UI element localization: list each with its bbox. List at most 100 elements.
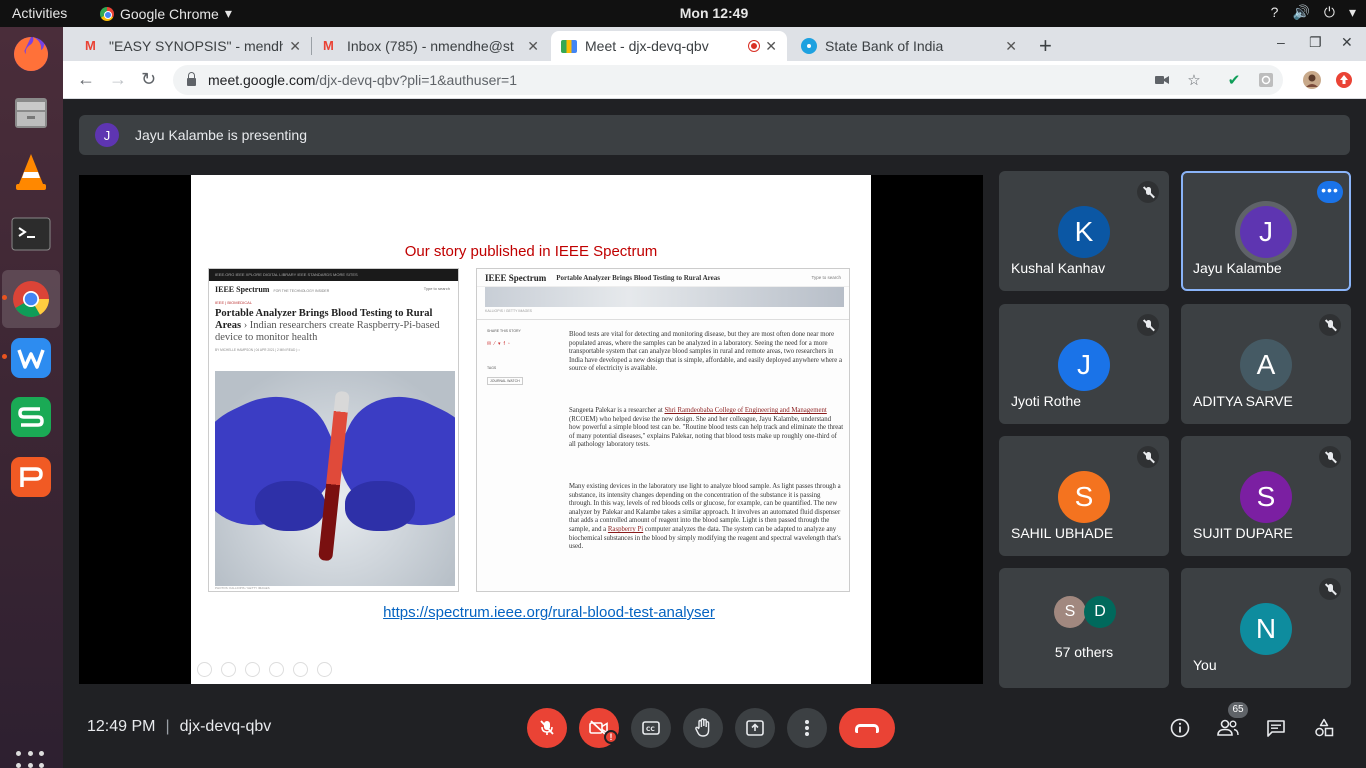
more-options-button[interactable]: ••• [1317, 181, 1343, 203]
byline: BY MICHELLE HAMPSON | 04 APR 2021 | 2 MI… [215, 348, 300, 352]
sbi-icon [801, 38, 817, 54]
lock-icon [187, 72, 196, 86]
share-icons: ✉⁄▾f▫ [487, 341, 513, 347]
tab-easy-synopsis[interactable]: M "EASY SYNOPSIS" - mendh ✕ [75, 31, 311, 61]
update-extension-icon[interactable] [1335, 71, 1353, 89]
slide-control-icon [269, 662, 284, 677]
self-tile[interactable]: N You [1181, 568, 1351, 688]
participant-name: SAHIL UBHADE [1011, 525, 1114, 541]
tab-title: State Bank of India [825, 38, 944, 54]
activities-icon [1315, 718, 1334, 737]
chevron-down-icon: ▾ [1348, 4, 1356, 20]
back-button[interactable]: ← [77, 69, 95, 90]
grammar-check-extension-icon[interactable]: ✔ [1225, 71, 1243, 89]
avatar: S [1054, 596, 1086, 628]
tags-label: TAGS [487, 366, 497, 370]
gmail-icon: M [85, 38, 96, 53]
others-count: 57 others [1054, 644, 1114, 660]
wps-presentation-icon[interactable] [9, 455, 53, 499]
meeting-details-button[interactable] [1168, 716, 1192, 740]
article-paragraph: Sangeeta Palekar is a researcher at Shri… [569, 407, 844, 449]
avatar: S [1240, 471, 1292, 523]
present-now-button[interactable] [735, 708, 775, 748]
photo-credit: PHOTOS: KALLIOPIS / GETTY IMAGES [215, 586, 270, 590]
others-tile[interactable]: S D 57 others [999, 568, 1169, 688]
close-window-button[interactable]: ✕ [1341, 34, 1353, 51]
show-applications-icon[interactable] [16, 751, 46, 768]
profile-avatar[interactable] [1303, 71, 1321, 89]
files-icon[interactable] [9, 91, 53, 135]
mic-off-icon [1137, 446, 1159, 468]
tab-meet[interactable]: Meet - djx-devq-qbv ✕ [551, 31, 787, 61]
participant-tile[interactable]: S SUJIT DUPARE [1181, 436, 1351, 556]
activities-button[interactable] [1312, 716, 1336, 740]
more-options-button[interactable] [787, 708, 827, 748]
participant-name: Kushal Kanhav [1011, 260, 1106, 276]
camera-indicator-icon[interactable] [1153, 71, 1171, 89]
slide-title: Our story published in IEEE Spectrum [404, 243, 658, 260]
article-headline: Portable Analyzer Brings Blood Testing t… [209, 308, 458, 344]
close-icon[interactable]: ✕ [289, 38, 301, 55]
slide-control-icon [197, 662, 212, 677]
participant-tile[interactable]: A ADITYA SARVE [1181, 304, 1351, 424]
spectrum-logo: IEEE Spectrum [215, 285, 270, 294]
vlc-icon[interactable] [9, 150, 53, 194]
clock[interactable]: Mon 12:49 [0, 5, 1366, 21]
firefox-icon[interactable] [9, 32, 53, 76]
article-paragraph: Many existing devices in the laboratory … [569, 483, 841, 551]
recording-icon [749, 41, 760, 51]
running-indicator [2, 354, 7, 359]
article-paragraph: Blood tests are vital for detecting and … [569, 331, 842, 373]
minimize-button[interactable]: – [1277, 34, 1285, 50]
mic-off-icon [1137, 181, 1159, 203]
slide-control-icon [245, 662, 260, 677]
meeting-controls-bar: 12:49 PM | djx-devq-qbv ! CC 65 [63, 694, 1366, 768]
chat-button[interactable] [1264, 716, 1288, 740]
mic-off-icon [1319, 446, 1341, 468]
captions-button[interactable]: CC [631, 708, 671, 748]
wps-spreadsheets-icon[interactable] [9, 395, 53, 439]
participant-tile[interactable]: J Jayu Kalambe ••• [1181, 171, 1351, 291]
close-icon[interactable]: ✕ [1005, 38, 1017, 55]
search-box: Type to search [811, 275, 841, 280]
participant-tile[interactable]: S SAHIL UBHADE [999, 436, 1169, 556]
people-icon [1217, 719, 1239, 736]
chrome-icon[interactable] [9, 277, 53, 321]
tab-sbi[interactable]: State Bank of India ✕ [791, 31, 1027, 61]
address-bar[interactable]: meet.google.com /djx-devq-qbv?pli=1&auth… [173, 65, 1283, 95]
microphone-toggle-button[interactable] [527, 708, 567, 748]
leave-call-button[interactable] [839, 708, 895, 748]
camera-warning-badge: ! [604, 730, 618, 744]
wps-writer-icon[interactable] [9, 336, 53, 380]
forward-button[interactable]: → [109, 69, 127, 90]
headline-sub: › Indian researchers create Raspberry-Pi… [215, 320, 440, 343]
tab-strip: M "EASY SYNOPSIS" - mendh ✕ M Inbox (785… [63, 27, 1366, 61]
mic-off-icon [1137, 314, 1159, 336]
bookmark-star-icon[interactable]: ☆ [1185, 71, 1203, 89]
network-icon: ? [1270, 4, 1279, 20]
close-icon[interactable]: ✕ [765, 38, 777, 55]
participant-name: SUJIT DUPARE [1193, 525, 1293, 541]
raise-hand-button[interactable] [683, 708, 723, 748]
camera-toggle-button[interactable]: ! [579, 708, 619, 748]
tab-inbox[interactable]: M Inbox (785) - nmendhe@st ✕ [313, 31, 549, 61]
presentation-stage[interactable]: Our story published in IEEE Spectrum IEE… [79, 175, 983, 684]
slide-control-icon [317, 662, 332, 677]
header-article-title: Portable Analyzer Brings Blood Testing t… [556, 273, 720, 282]
terminal-icon[interactable] [9, 212, 53, 256]
blood-tube-photo [215, 371, 455, 586]
system-tray[interactable]: ? 🔊 ⏻ ▾ [1271, 4, 1356, 21]
reload-button[interactable]: ↻ [141, 69, 156, 90]
hero-image-strip [485, 287, 844, 307]
people-button[interactable] [1216, 716, 1240, 740]
extension-icon[interactable] [1257, 71, 1275, 89]
tag-chip: JOURNAL WATCH [487, 377, 523, 385]
maximize-button[interactable]: ❐ [1309, 34, 1322, 51]
tab-title: Meet - djx-devq-qbv [585, 38, 709, 54]
close-icon[interactable]: ✕ [527, 38, 539, 55]
present-screen-icon [746, 720, 764, 736]
new-tab-button[interactable]: + [1039, 33, 1052, 59]
participant-tile[interactable]: J Jyoti Rothe [999, 304, 1169, 424]
avatar: N [1240, 603, 1292, 655]
participant-tile[interactable]: K Kushal Kanhav [999, 171, 1169, 291]
